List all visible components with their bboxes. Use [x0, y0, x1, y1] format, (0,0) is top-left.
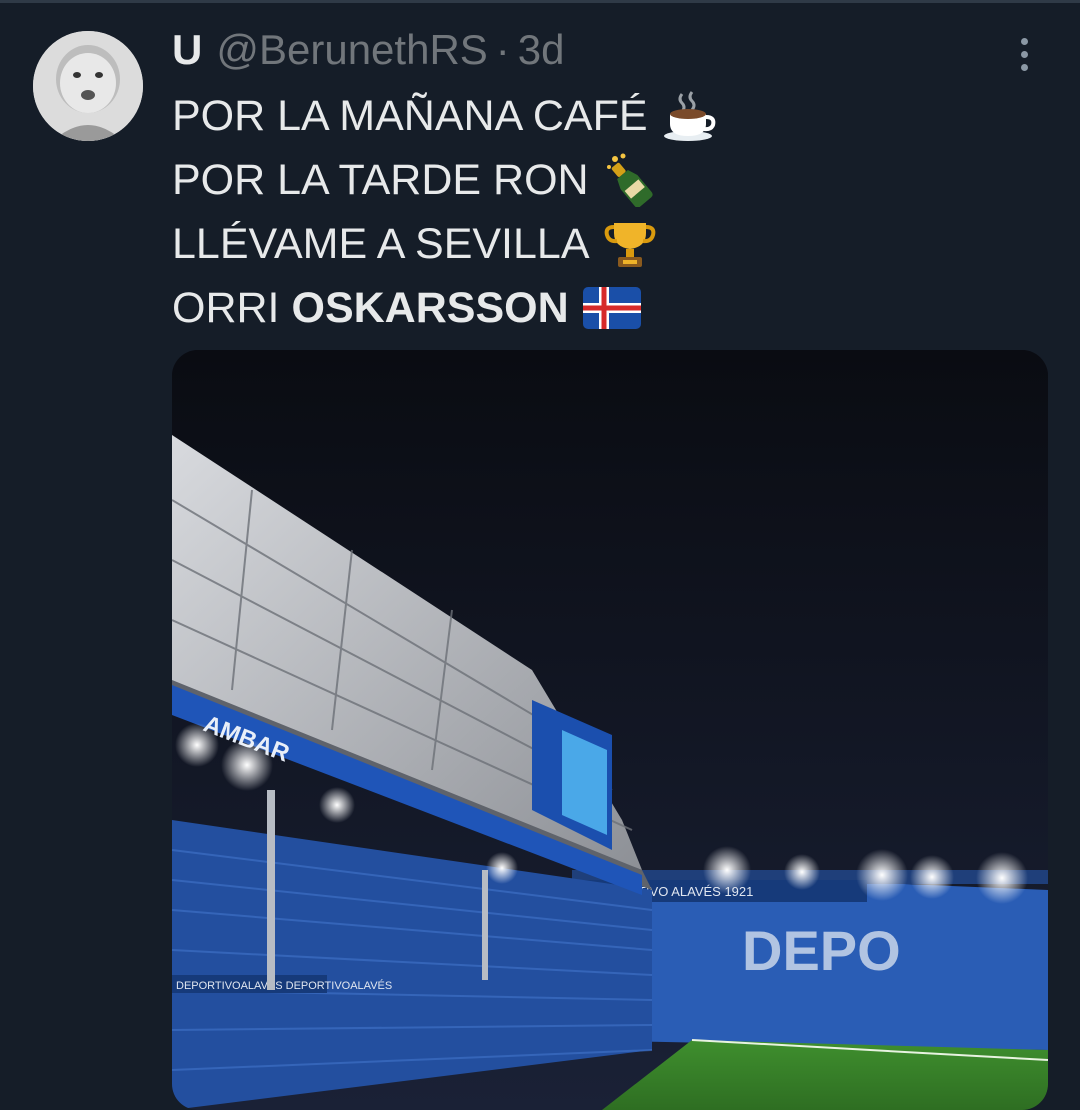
trophy-icon [604, 217, 656, 271]
tweet-media-image[interactable]: DEPO DEPORTIVO ALAVÉS 1921 DEPORTIVOALAV… [172, 350, 1048, 1110]
avatar[interactable] [33, 31, 143, 141]
tweet-line-bold: OSKARSSON [291, 284, 569, 332]
more-options-icon[interactable] [1006, 34, 1042, 74]
author-name[interactable]: U [172, 26, 202, 74]
lower-banner-text: DEPORTIVOALAVÉS DEPORTIVOALAVÉS [176, 979, 392, 992]
bottle-icon [603, 153, 655, 207]
tweet-line-prefix: ORRI [172, 284, 280, 332]
tweet-line-text: POR LA MAÑANA CAFÉ [172, 92, 648, 140]
tweet-line: POR LA TARDE RON [172, 148, 716, 212]
baby-avatar-image [33, 31, 143, 141]
hot-beverage-icon [662, 90, 716, 142]
tweet-line-text: POR LA TARDE RON [172, 156, 589, 204]
tweet-text: POR LA MAÑANA CAFÉ POR LA TARDE RON LLÉV… [172, 84, 716, 340]
tweet-line: POR LA MAÑANA CAFÉ [172, 84, 716, 148]
author-handle[interactable]: @BerunethRS [216, 26, 487, 74]
tweet-line: LLÉVAME A SEVILLA [172, 212, 716, 276]
stadium-photo: DEPO DEPORTIVO ALAVÉS 1921 DEPORTIVOALAV… [172, 350, 1048, 1110]
top-divider [0, 0, 1080, 3]
tweet-line: ORRI OSKARSSON [172, 276, 716, 340]
seat-letters: DEPO [742, 919, 901, 982]
separator-dot: · [495, 26, 510, 73]
tweet-line-text: LLÉVAME A SEVILLA [172, 220, 590, 268]
tweet-time[interactable]: 3d [518, 26, 565, 74]
iceland-flag-icon [582, 287, 641, 329]
tweet-header: U @BerunethRS · 3d [172, 24, 565, 76]
seat-letters-text: DEPO [742, 919, 901, 982]
